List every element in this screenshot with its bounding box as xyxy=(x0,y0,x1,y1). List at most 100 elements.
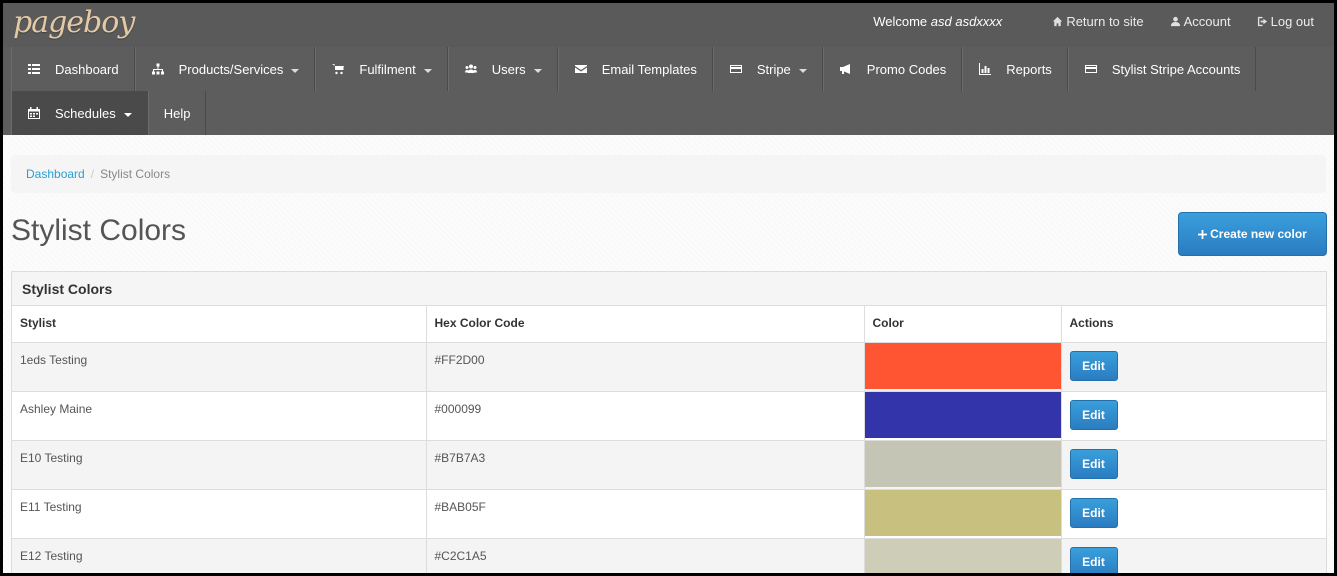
breadcrumb-dashboard-link[interactable]: Dashboard xyxy=(26,167,85,181)
color-swatch-cell xyxy=(864,440,1062,490)
nav-label: Users xyxy=(491,61,526,77)
color-swatch-cell xyxy=(864,538,1062,573)
create-new-color-button[interactable]: Create new color xyxy=(1178,212,1327,256)
column-header-hex[interactable]: Hex Color Code xyxy=(426,306,865,343)
color-swatch-cell xyxy=(864,342,1062,392)
account-link[interactable]: Account xyxy=(1170,14,1231,29)
breadcrumb-separator: / xyxy=(90,167,95,181)
nav-fulfilment[interactable]: Fulfilment xyxy=(315,47,448,91)
top-links: Welcome asd asdxxxx Return to site Accou… xyxy=(873,3,1314,39)
nav-row-1: Dashboard Products/Services Fulfilment U… xyxy=(11,47,1334,91)
color-swatch xyxy=(864,440,1061,487)
return-label: Return to site xyxy=(1066,13,1144,29)
nav-products-services[interactable]: Products/Services xyxy=(134,47,316,91)
panel-heading: Stylist Colors xyxy=(12,272,1326,306)
column-header-actions: Actions xyxy=(1061,306,1326,343)
credit-card-icon xyxy=(1084,65,1097,73)
sign-out-icon xyxy=(1257,16,1267,26)
edit-button[interactable]: Edit xyxy=(1069,497,1118,528)
nav-reports[interactable]: Reports xyxy=(962,47,1068,91)
logout-label: Log out xyxy=(1270,13,1314,29)
actions-cell: Edit xyxy=(1061,538,1326,573)
nav-users[interactable]: Users xyxy=(447,47,558,91)
edit-button[interactable]: Edit xyxy=(1069,399,1118,430)
actions-cell: Edit xyxy=(1061,489,1326,539)
table-row: 1eds Testing #FF2D00 Edit xyxy=(12,342,1326,392)
color-swatch xyxy=(864,489,1061,536)
table-row: E11 Testing #BAB05F Edit xyxy=(12,489,1326,539)
column-header-stylist[interactable]: Stylist xyxy=(12,306,427,343)
chevron-down-icon xyxy=(123,112,132,117)
nav-schedules[interactable]: Schedules xyxy=(11,91,148,135)
nav-stripe[interactable]: Stripe xyxy=(712,47,823,91)
edit-button[interactable]: Edit xyxy=(1069,546,1118,573)
nav-label: Help xyxy=(163,105,191,121)
bar-chart-icon xyxy=(979,63,992,75)
table-row: Ashley Maine #000099 Edit xyxy=(12,391,1326,441)
users-icon xyxy=(464,64,477,73)
sitemap-icon xyxy=(151,63,164,75)
nav-promo-codes[interactable]: Promo Codes xyxy=(822,47,963,91)
stylist-cell: Ashley Maine xyxy=(12,391,427,441)
hex-cell: #B7B7A3 xyxy=(426,440,865,490)
chevron-down-icon xyxy=(423,68,432,73)
page-title: Stylist Colors xyxy=(11,214,187,247)
credit-card-icon xyxy=(729,65,742,73)
nav-help[interactable]: Help xyxy=(147,91,207,135)
table-row: E10 Testing #B7B7A3 Edit xyxy=(12,440,1326,490)
main-nav: Dashboard Products/Services Fulfilment U… xyxy=(3,47,1334,135)
actions-cell: Edit xyxy=(1061,440,1326,490)
list-icon xyxy=(28,64,40,74)
color-swatch xyxy=(864,342,1061,389)
calendar-icon xyxy=(28,107,40,119)
return-to-site-link[interactable]: Return to site xyxy=(1052,13,1144,29)
envelope-icon xyxy=(574,65,587,73)
stylist-cell: E11 Testing xyxy=(12,489,427,539)
color-swatch xyxy=(864,391,1061,438)
logout-link[interactable]: Log out xyxy=(1257,14,1314,29)
color-swatch-cell xyxy=(864,489,1062,539)
nav-label: Stripe xyxy=(756,61,791,77)
chevron-down-icon xyxy=(798,68,807,73)
hex-cell: #000099 xyxy=(426,391,865,441)
bullhorn-icon xyxy=(839,64,850,74)
hex-cell: #BAB05F xyxy=(426,489,865,539)
app-frame: pageboy Welcome asd asdxxxx Return to si… xyxy=(3,3,1334,573)
actions-cell: Edit xyxy=(1061,391,1326,441)
top-bar: pageboy Welcome asd asdxxxx Return to si… xyxy=(3,3,1334,47)
plus-icon xyxy=(1198,229,1208,239)
breadcrumb: Dashboard / Stylist Colors xyxy=(11,155,1326,193)
create-button-label: Create new color xyxy=(1210,227,1307,241)
column-header-color[interactable]: Color xyxy=(864,306,1062,343)
nav-stylist-stripe-accounts[interactable]: Stylist Stripe Accounts xyxy=(1067,47,1257,91)
stylist-colors-panel: Stylist Colors Stylist Hex Color Code Co… xyxy=(11,271,1327,573)
account-label: Account xyxy=(1183,13,1231,29)
table-header-row: Stylist Hex Color Code Color Actions xyxy=(12,306,1326,343)
home-icon xyxy=(1053,16,1063,26)
color-swatch-cell xyxy=(864,391,1062,441)
hex-cell: #C2C1A5 xyxy=(426,538,865,573)
user-icon xyxy=(1170,16,1180,26)
nav-label: Dashboard xyxy=(55,61,119,77)
nav-label: Fulfilment xyxy=(359,61,416,77)
welcome-prefix: Welcome xyxy=(873,13,928,29)
edit-button[interactable]: Edit xyxy=(1069,448,1118,479)
edit-button[interactable]: Edit xyxy=(1069,350,1118,381)
nav-row-2: Schedules Help xyxy=(11,91,1334,135)
nav-email-templates[interactable]: Email Templates xyxy=(557,47,713,91)
brand-logo[interactable]: pageboy xyxy=(13,5,135,40)
cart-icon xyxy=(332,64,345,75)
stylist-cell: E12 Testing xyxy=(12,538,427,573)
welcome-user: asd asdxxxx xyxy=(930,13,1003,29)
actions-cell: Edit xyxy=(1061,342,1326,392)
nav-dashboard[interactable]: Dashboard xyxy=(11,47,135,91)
stylist-cell: 1eds Testing xyxy=(12,342,427,392)
chevron-down-icon xyxy=(291,68,300,73)
color-swatch xyxy=(864,538,1061,573)
hex-cell: #FF2D00 xyxy=(426,342,865,392)
chevron-down-icon xyxy=(533,68,542,73)
stylist-colors-table: Stylist Hex Color Code Color Actions 1ed… xyxy=(12,306,1326,573)
nav-label: Email Templates xyxy=(601,61,697,77)
nav-label: Products/Services xyxy=(178,61,284,77)
breadcrumb-current: Stylist Colors xyxy=(100,167,171,181)
